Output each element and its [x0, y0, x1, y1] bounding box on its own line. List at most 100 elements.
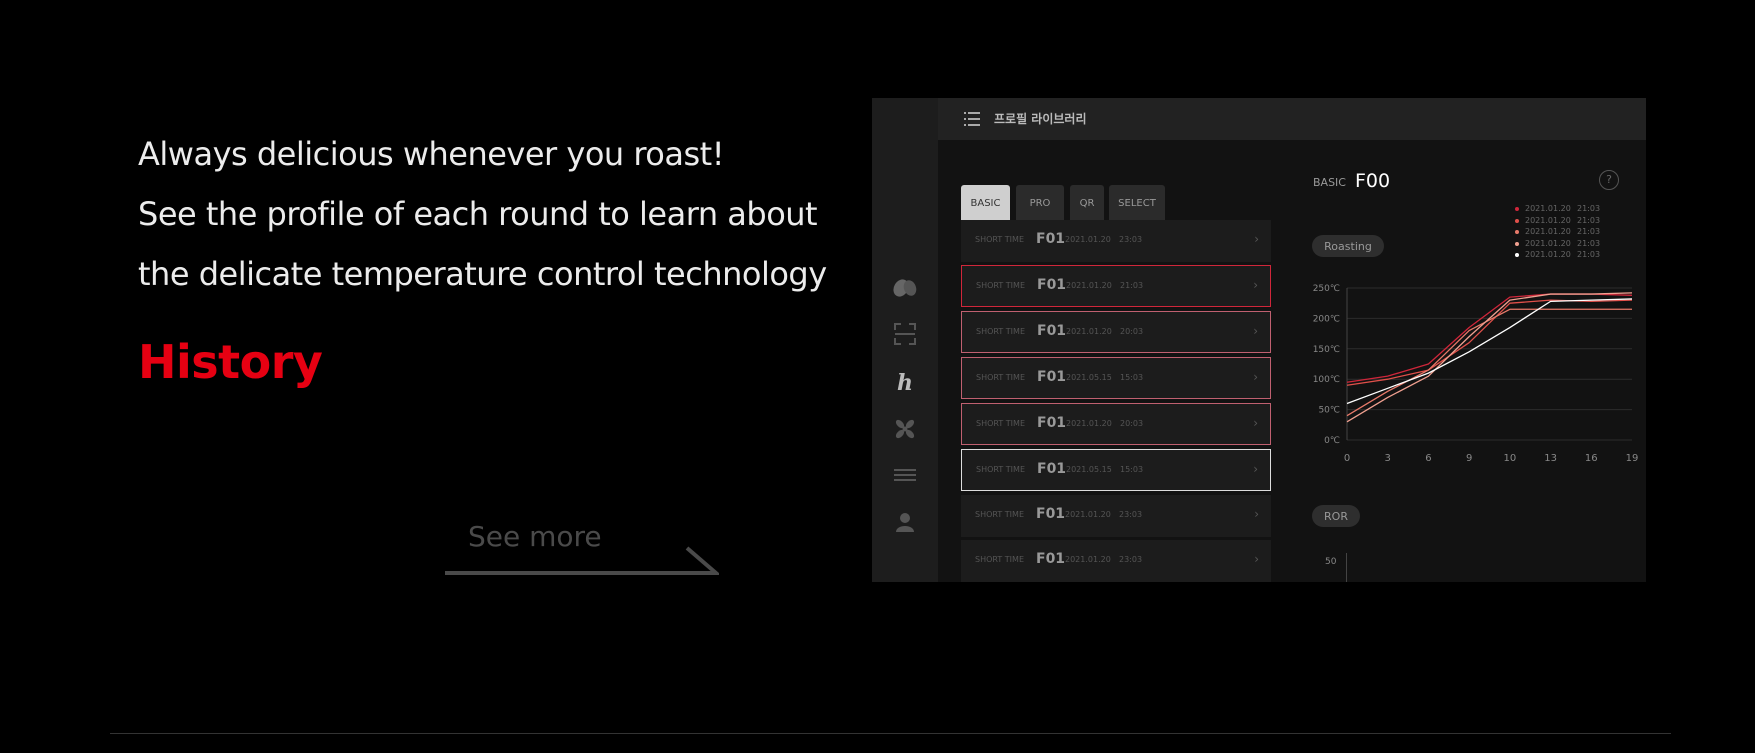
list-item[interactable]: SHORT TIME F01 2021.05.15 15:03 › — [961, 357, 1271, 399]
intro-line-3: the delicate temperature control technol… — [138, 255, 827, 293]
chevron-right-icon: › — [1254, 552, 1259, 566]
tab-pro[interactable]: PRO — [1016, 185, 1064, 221]
row-date: 2021.01.20 — [1066, 327, 1112, 336]
row-label: SHORT TIME — [976, 465, 1025, 474]
intro-line-1: Always delicious whenever you roast! — [138, 135, 725, 173]
row-time: 23:03 — [1119, 555, 1143, 564]
chevron-right-icon: › — [1254, 507, 1259, 521]
legend-date: 2021.01.20 — [1525, 250, 1571, 259]
x-tick-label: 9 — [1466, 453, 1472, 464]
legend-time: 21:03 — [1577, 238, 1601, 248]
legend-time: 21:03 — [1577, 227, 1601, 236]
header-title: 프로필 라이브러리 — [994, 112, 1087, 126]
list-icon[interactable] — [890, 460, 920, 490]
y-tick-label: 0℃ — [1324, 436, 1340, 446]
bottom-divider — [110, 733, 1671, 734]
legend-dot — [1515, 218, 1519, 223]
legend-item: 2021.01.20 21:03 — [1515, 204, 1605, 214]
legend-time: 21:03 — [1577, 204, 1601, 213]
row-date: 2021.01.20 — [1065, 510, 1111, 519]
y-tick-label: 100℃ — [1313, 375, 1340, 385]
row-time: 23:03 — [1119, 510, 1143, 519]
x-tick-label: 16 — [1585, 453, 1598, 464]
row-code: F01 — [1036, 551, 1066, 567]
chevron-right-icon: › — [1253, 416, 1258, 430]
row-time: 23:03 — [1119, 235, 1143, 244]
row-code: F01 — [1036, 506, 1066, 522]
legend-item: 2021.01.20 21:03 — [1515, 250, 1605, 260]
legend-date: 2021.01.20 — [1525, 238, 1571, 248]
y-tick-label: 150℃ — [1313, 345, 1340, 355]
svg-text:h: h — [897, 370, 913, 394]
roasting-chart: 0℃ 50℃ 100℃ 150℃ 200℃ 250℃ 0 3 6 9 10 13 16 19 — [1313, 284, 1639, 464]
chevron-right-icon: › — [1253, 324, 1258, 338]
row-code: F01 — [1037, 369, 1067, 385]
arrow-icon — [445, 546, 719, 575]
x-tick-label: 0 — [1344, 453, 1350, 464]
list-item[interactable]: SHORT TIME F01 2021.01.20 20:03 › — [961, 311, 1271, 353]
legend-item: 2021.01.20 21:03 — [1515, 227, 1605, 237]
bean-icon[interactable] — [890, 272, 920, 302]
history-icon[interactable]: h — [890, 367, 920, 397]
legend-date: 2021.01.20 — [1525, 227, 1571, 236]
row-date: 2021.01.20 — [1066, 281, 1112, 290]
tab-qr[interactable]: QR — [1070, 185, 1104, 221]
list-item[interactable]: SHORT TIME F01 2021.01.20 21:03 › — [961, 265, 1271, 307]
user-icon[interactable] — [890, 507, 920, 537]
row-code: F01 — [1036, 231, 1066, 247]
ror-label[interactable]: ROR — [1312, 505, 1360, 527]
chevron-right-icon: › — [1253, 278, 1258, 292]
y-tick-label: 200℃ — [1313, 314, 1340, 324]
series-line — [1346, 298, 1633, 405]
fan-icon[interactable] — [890, 414, 920, 444]
row-code: F01 — [1037, 461, 1067, 477]
row-code: F01 — [1037, 277, 1067, 293]
legend-time: 21:03 — [1577, 215, 1601, 225]
x-tick-label: 3 — [1385, 453, 1391, 464]
row-label: SHORT TIME — [975, 235, 1024, 244]
row-date: 2021.01.20 — [1065, 235, 1111, 244]
row-label: SHORT TIME — [975, 510, 1024, 519]
row-time: 20:03 — [1120, 419, 1144, 428]
legend-dot — [1515, 241, 1519, 246]
x-tick-label: 6 — [1425, 453, 1431, 464]
roasting-label[interactable]: Roasting — [1312, 235, 1384, 257]
help-icon[interactable]: ? — [1599, 170, 1619, 190]
list-item[interactable]: SHORT TIME F01 2021.05.15 15:03 › — [961, 449, 1271, 491]
row-time: 15:03 — [1120, 465, 1144, 474]
legend-dot — [1515, 207, 1519, 211]
app-sidebar: h — [872, 98, 938, 582]
scan-icon[interactable] — [890, 319, 920, 349]
list-item[interactable]: SHORT TIME F01 2021.01.20 23:03 › — [961, 540, 1271, 582]
legend-item: 2021.01.20 21:03 — [1515, 239, 1605, 249]
menu-icon[interactable] — [964, 111, 980, 127]
x-tick-label: 10 — [1503, 453, 1516, 464]
chevron-right-icon: › — [1253, 462, 1258, 476]
list-item[interactable]: SHORT TIME F01 2021.01.20 23:03 › — [961, 495, 1271, 537]
list-item[interactable]: SHORT TIME F01 2021.01.20 20:03 › — [961, 403, 1271, 445]
row-label: SHORT TIME — [976, 373, 1025, 382]
x-tick-label: 13 — [1544, 453, 1557, 464]
app-header: 프로필 라이브러리 — [938, 98, 1646, 140]
chevron-right-icon: › — [1254, 232, 1259, 246]
legend-dot — [1515, 230, 1519, 234]
legend-dot — [1515, 253, 1519, 257]
row-label: SHORT TIME — [975, 555, 1024, 564]
series-line — [1346, 308, 1632, 417]
see-more-link[interactable]: See more — [444, 514, 719, 576]
row-label: SHORT TIME — [976, 419, 1025, 428]
row-code: F01 — [1037, 415, 1067, 431]
ror-axis — [1346, 553, 1347, 582]
section-title: History — [138, 335, 323, 389]
row-date: 2021.01.20 — [1065, 555, 1111, 564]
row-label: SHORT TIME — [976, 327, 1025, 336]
list-item[interactable]: SHORT TIME F01 2021.01.20 23:03 › — [961, 220, 1271, 262]
intro-line-2: See the profile of each round to learn a… — [138, 195, 818, 233]
row-time: 21:03 — [1120, 281, 1144, 290]
row-date: 2021.01.20 — [1066, 419, 1112, 428]
row-time: 15:03 — [1120, 373, 1144, 382]
app-screenshot: h 프로필 라이브러리 BASIC PRO QR SELECT SHORT TI… — [872, 98, 1646, 582]
tab-basic[interactable]: BASIC — [961, 185, 1010, 221]
tab-select[interactable]: SELECT — [1109, 185, 1165, 221]
legend-date: 2021.01.20 — [1525, 215, 1571, 225]
